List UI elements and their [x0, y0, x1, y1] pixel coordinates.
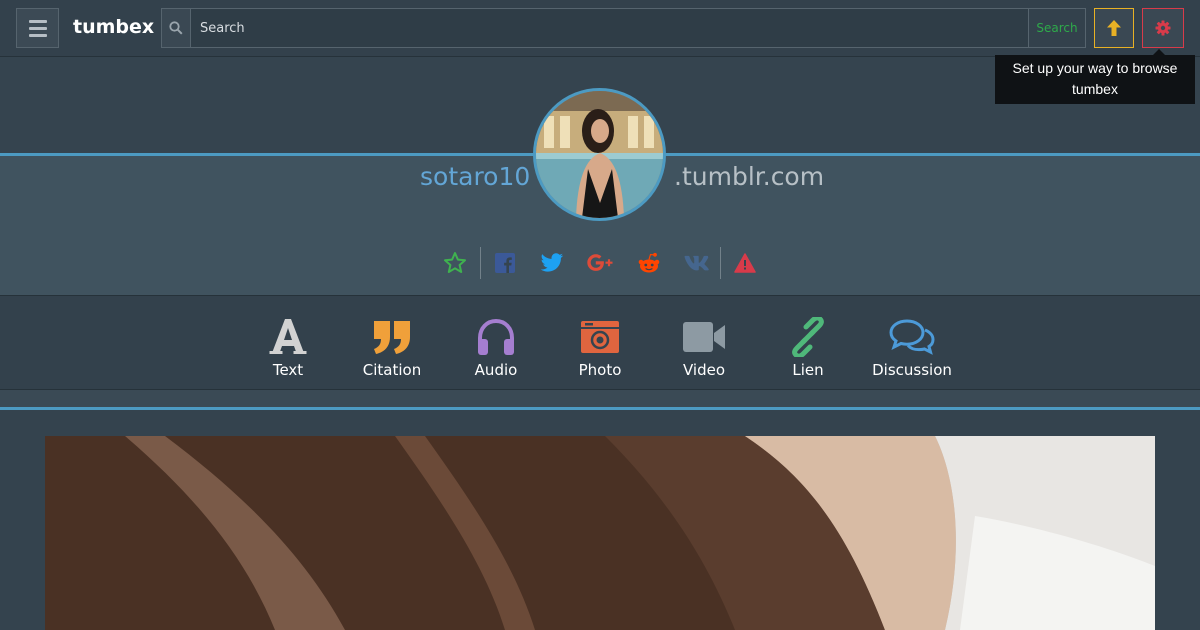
- settings-tooltip: Set up your way to browse tumbex: [995, 49, 1195, 104]
- twitter-icon[interactable]: [539, 250, 565, 276]
- post-type-audio[interactable]: Audio: [446, 316, 546, 386]
- star-icon[interactable]: [442, 250, 468, 276]
- link-icon: [758, 316, 858, 358]
- scroll-up-button[interactable]: [1094, 8, 1134, 48]
- top-bar: tumbex Search: [0, 0, 1200, 57]
- search-input[interactable]: [192, 9, 1029, 47]
- post-type-lien[interactable]: Lien: [758, 316, 858, 386]
- divider-band: [0, 390, 1200, 407]
- blog-domain-suffix: .tumblr.com: [674, 162, 825, 191]
- post-type-video[interactable]: Video: [654, 316, 754, 386]
- share-bar: [0, 243, 1200, 283]
- gear-icon: [1155, 20, 1171, 36]
- post-type-citation[interactable]: Citation: [342, 316, 442, 386]
- blog-username[interactable]: sotaro10: [420, 162, 530, 191]
- google-plus-icon[interactable]: [586, 250, 616, 276]
- share-divider: [720, 247, 721, 279]
- post-type-label: Audio: [474, 361, 518, 379]
- headphones-icon: [446, 316, 546, 358]
- settings-button[interactable]: [1142, 8, 1184, 48]
- post-type-label: Citation: [362, 361, 422, 379]
- avatar[interactable]: [533, 88, 666, 221]
- video-camera-icon: [654, 316, 754, 358]
- post-type-label: Photo: [578, 361, 622, 379]
- reddit-icon[interactable]: [636, 250, 662, 276]
- post-type-label: Video: [682, 361, 726, 379]
- share-divider: [480, 247, 481, 279]
- post-type-photo[interactable]: Photo: [550, 316, 650, 386]
- brand-logo[interactable]: tumbex: [73, 16, 154, 38]
- quote-icon: [342, 316, 442, 358]
- post-type-label: Text: [272, 361, 304, 379]
- post-type-text[interactable]: Text: [238, 316, 338, 386]
- chat-icon: [862, 316, 962, 358]
- camera-icon: [550, 316, 650, 358]
- search-button[interactable]: Search: [1028, 9, 1085, 47]
- warning-icon[interactable]: [732, 250, 758, 276]
- vk-icon[interactable]: [683, 250, 709, 276]
- search-bar: Search: [161, 8, 1086, 48]
- search-icon: [162, 9, 191, 47]
- post-type-discussion[interactable]: Discussion: [862, 316, 962, 386]
- menu-icon-bar: [28, 33, 47, 37]
- text-icon: [238, 316, 338, 358]
- post-type-label: Lien: [792, 361, 824, 379]
- post-photo[interactable]: [45, 436, 1155, 630]
- avatar-photo: [536, 91, 663, 218]
- post-type-nav: Text Citation Audio Photo Video Lien Dis…: [0, 295, 1200, 390]
- menu-icon-bar: [28, 26, 47, 30]
- post-photo-art: [45, 436, 1155, 630]
- arrow-up-icon: [1107, 20, 1121, 36]
- facebook-icon[interactable]: [492, 250, 518, 276]
- menu-icon-bar: [28, 19, 47, 23]
- post-type-label: Discussion: [872, 361, 952, 379]
- menu-button[interactable]: [16, 8, 59, 48]
